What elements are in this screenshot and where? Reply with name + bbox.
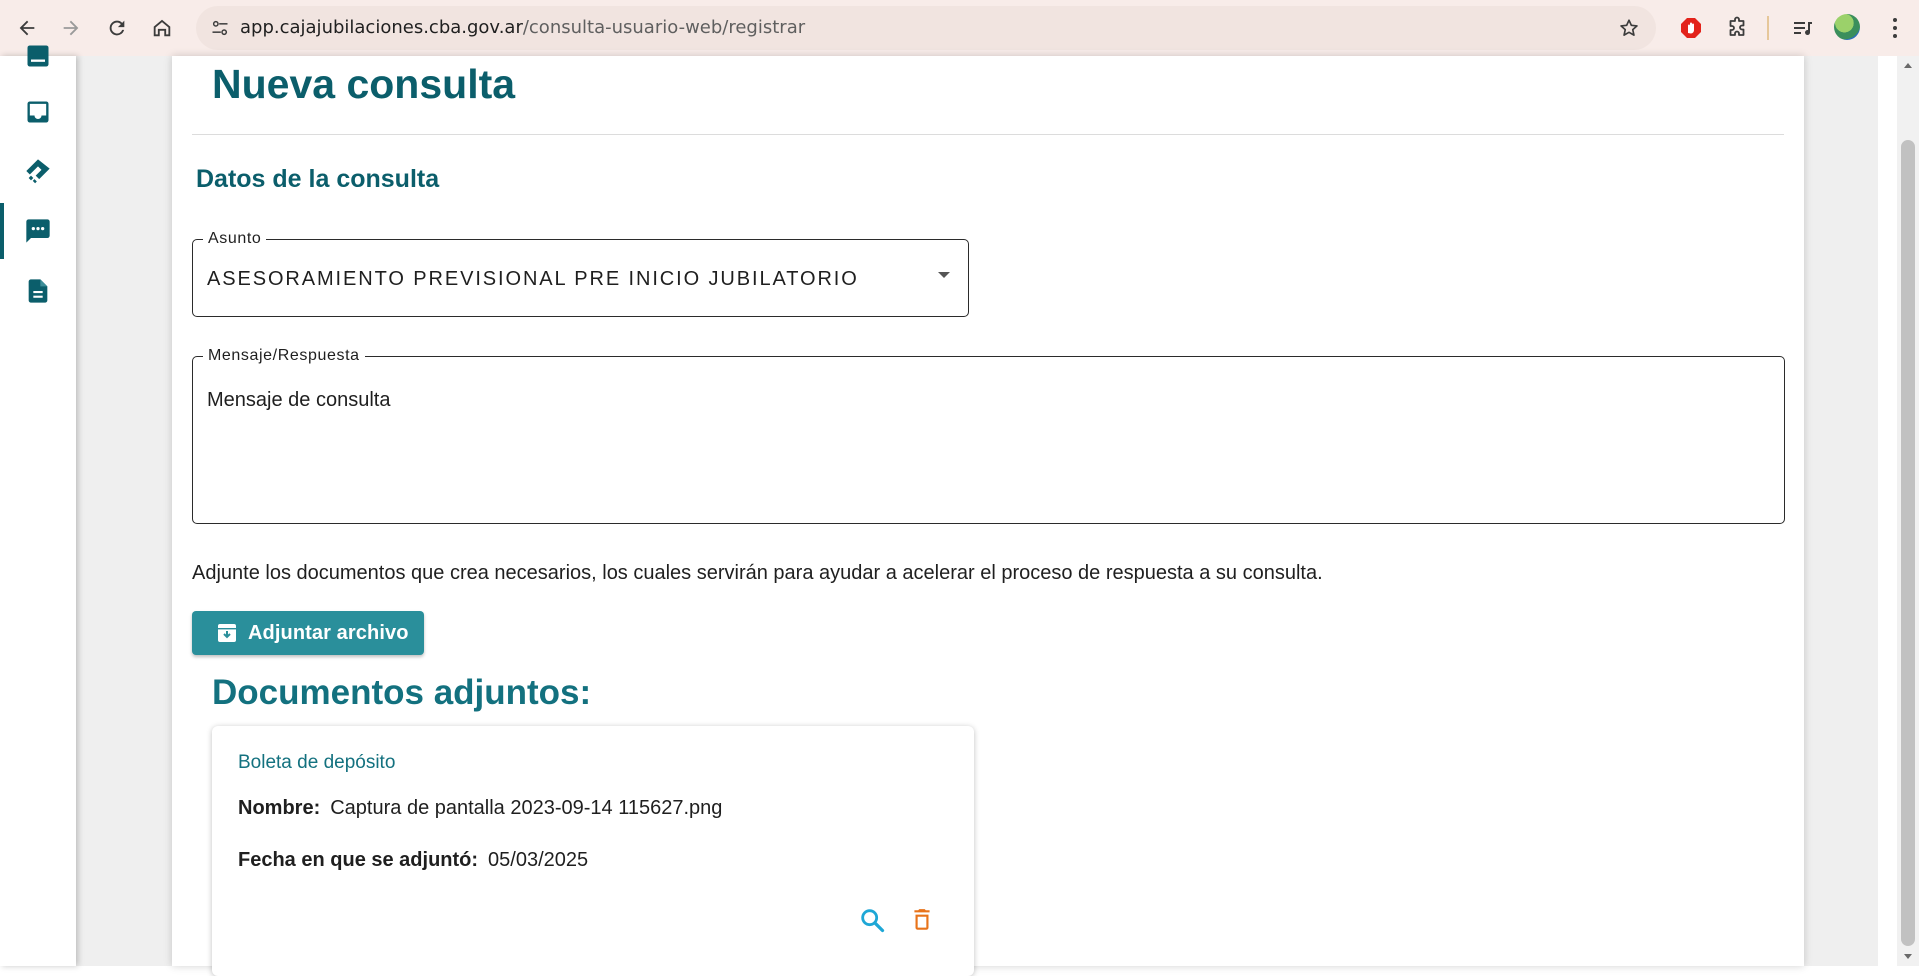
document-name-label: Nombre: [238, 797, 321, 819]
view-search-icon[interactable] [856, 904, 888, 936]
sidebar-item-list[interactable] [0, 28, 76, 84]
main-card: Nueva consulta Datos de la consulta Asun… [172, 56, 1804, 976]
bookmark-star-icon[interactable] [1616, 15, 1642, 41]
scroll-up-arrow-icon[interactable] [1897, 56, 1919, 76]
scroll-thumb[interactable] [1901, 140, 1915, 946]
sidebar-nav [0, 45, 76, 966]
adblock-extension-icon[interactable] [1672, 9, 1710, 47]
documents-title: Documentos adjuntos: [212, 673, 592, 712]
kebab-menu-icon[interactable] [1880, 12, 1910, 44]
document-type: Boleta de depósito [238, 752, 396, 773]
toolbar-separator [1767, 16, 1769, 40]
document-actions [856, 904, 938, 936]
attach-help-text: Adjunte los documentos que crea necesari… [192, 562, 1323, 584]
mensaje-label: Mensaje/Respuesta [203, 347, 365, 365]
address-bar[interactable]: app.cajajubilaciones.cba.gov.ar/consulta… [196, 6, 1656, 50]
scroll-down-arrow-icon[interactable] [1897, 946, 1919, 966]
document-date-value: 05/03/2025 [488, 849, 589, 871]
url-host: app.cajajubilaciones.cba.gov.ar [240, 17, 523, 38]
mensaje-value[interactable]: Mensaje de consulta [207, 387, 390, 413]
url-text[interactable]: app.cajajubilaciones.cba.gov.ar/consulta… [240, 6, 805, 50]
document-date-row: Fecha en que se adjuntó: 05/03/2025 [238, 846, 588, 874]
document-name-row: Nombre: Captura de pantalla 2023-09-14 11… [238, 794, 722, 822]
list-icon [27, 45, 49, 67]
chat-bubble-icon [26, 219, 50, 243]
attach-file-button[interactable]: Adjuntar archivo [192, 611, 424, 655]
page-scrollbar[interactable] [1897, 56, 1919, 966]
document-date-label: Fecha en que se adjuntó: [238, 849, 479, 871]
inbox-icon [27, 101, 49, 123]
site-info-icon[interactable] [204, 12, 236, 44]
page-viewport: Nueva consulta Datos de la consulta Asun… [0, 45, 1919, 976]
dropdown-arrow-icon[interactable] [938, 272, 950, 278]
asunto-label: Asunto [203, 230, 267, 248]
document-card: Boleta de depósito Nombre: Captura de pan… [212, 726, 974, 976]
archive-download-icon [214, 620, 240, 646]
sidebar-item-documents[interactable] [0, 263, 76, 319]
media-queue-icon[interactable] [1784, 9, 1822, 47]
delete-trash-icon[interactable] [906, 904, 938, 936]
browser-toolbar: app.cajajubilaciones.cba.gov.ar/consulta… [0, 0, 1919, 56]
reload-icon[interactable] [98, 9, 136, 47]
home-icon[interactable] [143, 9, 181, 47]
document-icon [28, 279, 48, 303]
page-title: Nueva consulta [212, 61, 516, 107]
handshake-icon [26, 159, 50, 184]
section-title: Datos de la consulta [196, 165, 440, 193]
sidebar-item-messages[interactable] [0, 203, 76, 259]
sidebar-item-handshake[interactable] [0, 143, 76, 199]
url-path: /consulta-usuario-web/registrar [522, 17, 806, 38]
asunto-value: ASESORAMIENTO PREVISIONAL PRE INICIO JUB… [207, 268, 859, 290]
attach-file-label: Adjuntar archivo [248, 621, 409, 644]
sidebar-item-inbox[interactable] [0, 84, 76, 140]
profile-avatar[interactable] [1834, 14, 1860, 40]
title-divider [192, 134, 1784, 135]
document-name-value: Captura de pantalla 2023-09-14 115627.pn… [330, 797, 723, 819]
mensaje-textarea[interactable]: Mensaje/Respuesta Mensaje de consulta [192, 347, 1785, 524]
asunto-select[interactable]: Asunto ASESORAMIENTO PREVISIONAL PRE INI… [192, 230, 969, 317]
extensions-puzzle-icon[interactable] [1718, 9, 1756, 47]
